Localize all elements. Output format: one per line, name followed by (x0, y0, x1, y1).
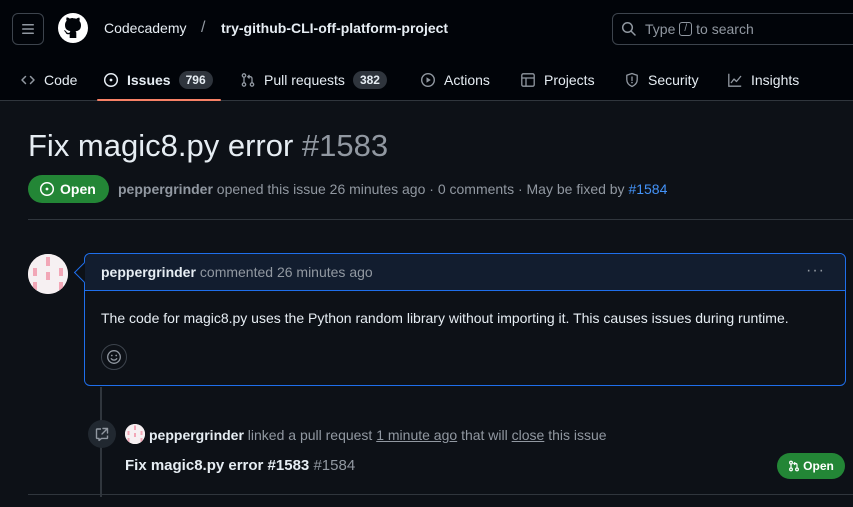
table-icon (520, 72, 536, 88)
github-logo-icon[interactable] (57, 12, 89, 44)
menu-button[interactable] (12, 13, 44, 45)
tab-code[interactable]: Code (20, 60, 77, 100)
timeline-event-badge (88, 420, 116, 448)
comment-header: peppergrinder commented 26 minutes ago ·… (85, 254, 845, 291)
search-input[interactable]: Type / to search (612, 13, 853, 45)
issue-title: Fix magic8.py error #1583 (28, 128, 388, 164)
tab-label: Code (44, 72, 78, 88)
pr-state-label: Open (803, 459, 834, 473)
tab-label: Issues (127, 72, 171, 88)
issue-author-link[interactable]: peppergrinder (118, 181, 213, 197)
event-action-2: that will (461, 427, 508, 443)
timeline-event-text: peppergrinder linked a pull request 1 mi… (149, 427, 607, 443)
tab-pull-requests[interactable]: Pull requests 382 (240, 60, 387, 100)
search-shortcut-key: / (679, 22, 693, 36)
tab-label: Actions (444, 72, 490, 88)
issue-state-label: Open (60, 181, 96, 197)
search-suffix: to search (696, 21, 754, 37)
repo-nav-tabs: Code Issues 796 Pull requests 382 Action… (0, 60, 853, 101)
graph-icon (727, 72, 743, 88)
play-icon (420, 72, 436, 88)
linked-pr-link[interactable]: #1584 (628, 181, 667, 197)
comment-body: The code for magic8.py uses the Python r… (101, 310, 789, 326)
event-action-3: this issue (548, 427, 607, 443)
linked-pr-title[interactable]: Fix magic8.py error #1583 #1584 (125, 457, 355, 474)
tab-label: Pull requests (264, 72, 345, 88)
pr-state-badge: Open (777, 453, 845, 479)
cross-reference-icon (95, 427, 109, 442)
breadcrumb-separator: / (201, 19, 206, 36)
identicon-avatar (28, 254, 68, 294)
git-pull-request-icon (240, 72, 256, 88)
tab-label: Security (648, 72, 699, 88)
tab-actions[interactable]: Actions (420, 60, 490, 100)
close-keyword: close (511, 427, 545, 443)
tab-issues[interactable]: Issues 796 (97, 60, 221, 101)
tab-projects[interactable]: Projects (520, 60, 595, 100)
issue-title-text: Fix magic8.py error (28, 128, 294, 163)
tab-label: Projects (544, 72, 595, 88)
event-action: linked a pull request (247, 427, 373, 443)
linked-pr-title-text[interactable]: Fix magic8.py error #1583 (125, 457, 309, 474)
issue-state-badge: Open (28, 175, 109, 203)
identicon-avatar (125, 424, 145, 444)
search-prefix: Type (645, 21, 676, 37)
issue-comment: peppergrinder commented 26 minutes ago ·… (84, 253, 846, 386)
pull-requests-count-badge: 382 (352, 71, 387, 89)
search-icon (621, 21, 636, 36)
add-reaction-button[interactable] (101, 344, 127, 370)
breadcrumb-repo-link[interactable]: try-github-CLI-off-platform-project (221, 20, 448, 36)
comment-author-link[interactable]: peppergrinder (101, 264, 196, 280)
issues-count-badge: 796 (178, 71, 213, 89)
issue-opened-icon (39, 181, 55, 197)
breadcrumb-org-link[interactable]: Codecademy (104, 20, 187, 36)
git-pull-request-icon (789, 460, 800, 472)
issue-meta-text: opened this issue 26 minutes ago · 0 com… (216, 181, 625, 197)
avatar[interactable] (28, 254, 68, 294)
tab-security[interactable]: Security (624, 60, 699, 100)
shield-icon (624, 72, 640, 88)
issue-meta: peppergrinder opened this issue 26 minut… (118, 181, 667, 197)
issue-opened-icon (103, 72, 119, 88)
event-timestamp-link[interactable]: 1 minute ago (376, 427, 457, 443)
linked-pr-number: #1584 (313, 457, 356, 474)
tab-label: Insights (751, 72, 800, 88)
avatar[interactable] (125, 424, 145, 444)
app-header: Codecademy / try-github-CLI-off-platform… (0, 0, 853, 101)
code-icon (20, 72, 36, 88)
comment-timestamp: commented 26 minutes ago (199, 264, 373, 280)
kebab-horizontal-icon[interactable]: ··· (806, 262, 825, 280)
event-author-link[interactable]: peppergrinder (149, 427, 244, 443)
issue-number: #1583 (301, 128, 389, 163)
tab-insights[interactable]: Insights (727, 60, 799, 100)
smiley-icon (107, 350, 121, 364)
timeline-divider (28, 494, 853, 495)
hamburger-icon (22, 24, 34, 34)
header-divider (28, 219, 853, 220)
